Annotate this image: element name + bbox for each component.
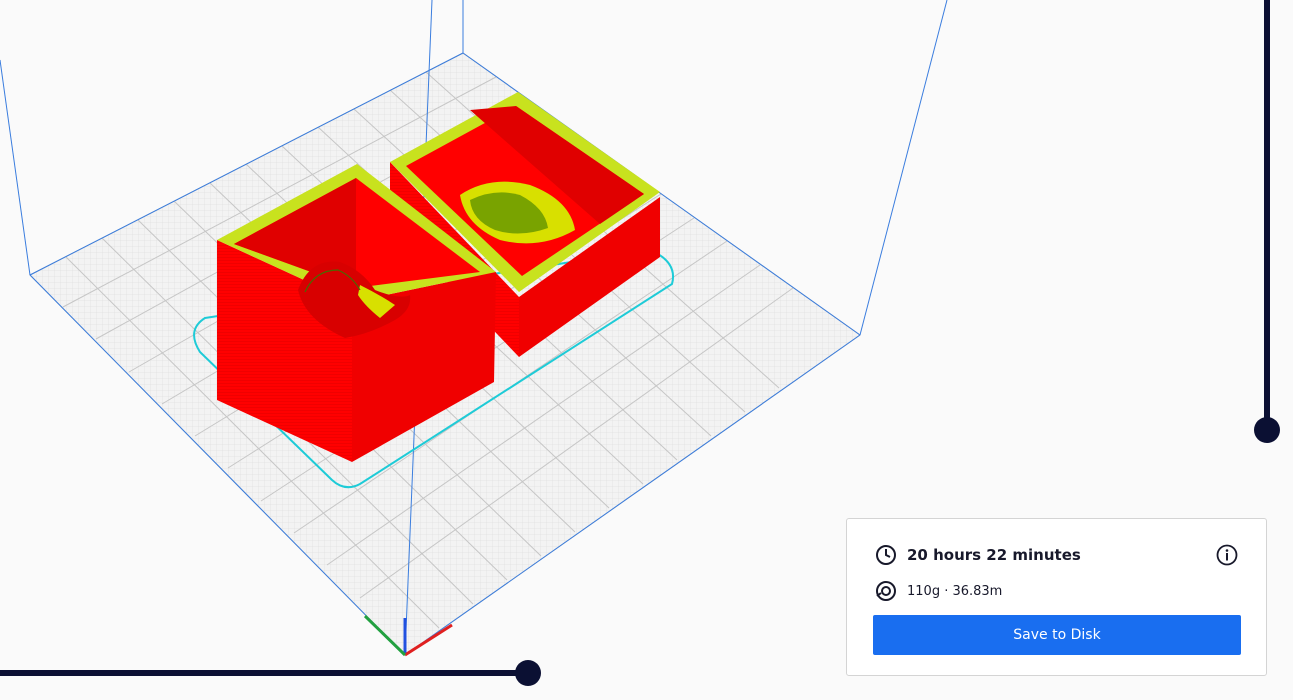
print-time-value: 20 hours 22 minutes [907, 546, 1081, 564]
filament-spool-icon [875, 580, 897, 602]
print-information-panel: 20 hours 22 minutes 110g · 36.83m Save t… [846, 518, 1267, 676]
layer-slider-handle[interactable] [1254, 417, 1280, 443]
clock-icon [875, 544, 897, 566]
material-usage-row: 110g · 36.83m [875, 580, 1002, 602]
save-to-disk-button[interactable]: Save to Disk [873, 615, 1241, 655]
material-usage-value: 110g · 36.83m [907, 583, 1003, 599]
info-icon[interactable] [1216, 544, 1238, 566]
print-time-row: 20 hours 22 minutes [875, 544, 1081, 566]
line-slider-handle[interactable] [515, 660, 541, 686]
layer-slider[interactable] [1254, 0, 1280, 443]
line-slider[interactable] [0, 660, 541, 686]
